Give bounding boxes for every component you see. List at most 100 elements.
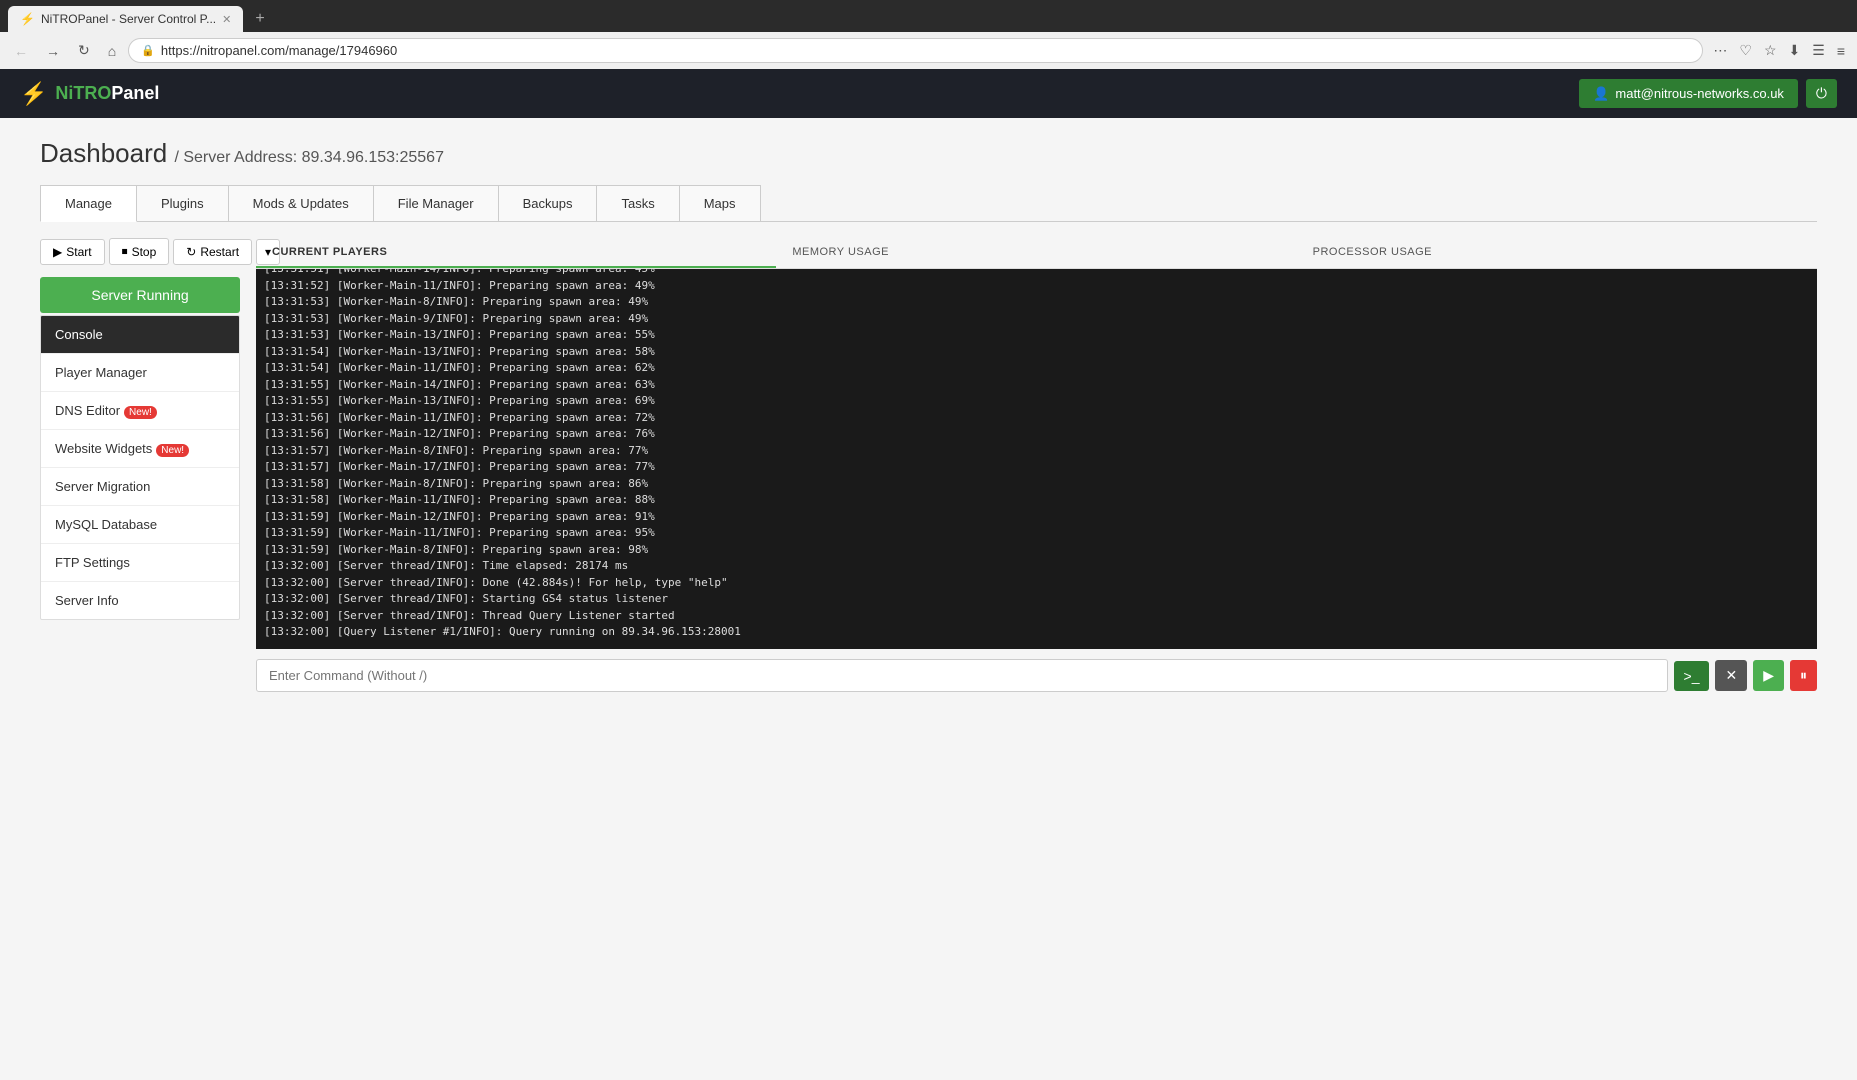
start-label: Start bbox=[66, 245, 91, 259]
extensions-button[interactable]: ⋯ bbox=[1709, 38, 1731, 63]
log-line: [13:31:58] [Worker-Main-8/INFO]: Prepari… bbox=[264, 476, 1809, 493]
sidebar-item-console[interactable]: Console bbox=[41, 316, 239, 354]
star-button[interactable]: ☆ bbox=[1760, 38, 1781, 63]
sidebar-item-ftp-settings[interactable]: FTP Settings bbox=[41, 544, 239, 582]
restart-button[interactable]: ↻ Restart bbox=[173, 239, 252, 265]
log-line: [13:31:53] [Worker-Main-8/INFO]: Prepari… bbox=[264, 294, 1809, 311]
app-logo[interactable]: ⚡ NiTROPanel bbox=[20, 81, 159, 107]
log-line: [13:31:53] [Worker-Main-9/INFO]: Prepari… bbox=[264, 311, 1809, 328]
security-icon: 🔒 bbox=[141, 44, 155, 57]
stop-button[interactable]: ⏹ Stop bbox=[109, 238, 170, 265]
clear-button[interactable]: ✕ bbox=[1715, 660, 1747, 691]
stat-processor-usage[interactable]: PROCESSOR USAGE bbox=[1297, 238, 1817, 268]
header-actions: 👤 matt@nitrous-networks.co.uk ⏻ bbox=[1579, 79, 1837, 108]
console-log[interactable]: [13:31:48] [Worker-Main-8/INFO]: Prepari… bbox=[256, 269, 1817, 649]
tab-close-btn[interactable]: ✕ bbox=[222, 13, 231, 26]
log-line: [13:31:56] [Worker-Main-11/INFO]: Prepar… bbox=[264, 410, 1809, 427]
menu-button[interactable]: ≡ bbox=[1833, 39, 1849, 63]
browser-chrome: ⚡ NiTROPanel - Server Control P... ✕ + bbox=[0, 0, 1857, 32]
power-button[interactable]: ⏻ bbox=[1806, 79, 1837, 108]
stop-icon: ⏹ bbox=[122, 244, 128, 259]
address-bar-wrap: 🔒 bbox=[128, 38, 1703, 63]
tab-favicon: ⚡ bbox=[20, 12, 35, 26]
tab-tasks[interactable]: Tasks bbox=[596, 185, 679, 221]
download-button[interactable]: ⬇ bbox=[1785, 38, 1805, 63]
log-line: [13:31:59] [Worker-Main-12/INFO]: Prepar… bbox=[264, 509, 1809, 526]
server-status-badge: Server Running bbox=[40, 277, 240, 313]
log-line: [13:31:57] [Worker-Main-17/INFO]: Prepar… bbox=[264, 459, 1809, 476]
tab-navigation: ManagePluginsMods & UpdatesFile ManagerB… bbox=[40, 185, 1817, 222]
tab-maps[interactable]: Maps bbox=[679, 185, 761, 221]
tab-plugins[interactable]: Plugins bbox=[136, 185, 229, 221]
sidebar-menu: ConsolePlayer ManagerDNS EditorNew!Websi… bbox=[40, 315, 240, 620]
stat-current-players[interactable]: CURRENT PLAYERS bbox=[256, 238, 776, 268]
log-line: [13:31:56] [Worker-Main-12/INFO]: Prepar… bbox=[264, 426, 1809, 443]
sidebar-item-website-widgets[interactable]: Website WidgetsNew! bbox=[41, 430, 239, 468]
sidebar-item-mysql-database[interactable]: MySQL Database bbox=[41, 506, 239, 544]
stat-memory-usage[interactable]: MEMORY USAGE bbox=[776, 238, 1296, 268]
browser-nav: ← → ↻ ⌂ 🔒 ⋯ ♡ ☆ ⬇ ☰ ≡ bbox=[0, 32, 1857, 69]
log-line: [13:31:54] [Worker-Main-13/INFO]: Prepar… bbox=[264, 344, 1809, 361]
log-line: [13:32:00] [Server thread/INFO]: Done (4… bbox=[264, 575, 1809, 592]
logo-icon: ⚡ bbox=[20, 81, 47, 107]
sidebar-item-player-manager[interactable]: Player Manager bbox=[41, 354, 239, 392]
sidebar-item-server-info[interactable]: Server Info bbox=[41, 582, 239, 619]
back-button[interactable]: ← bbox=[8, 39, 34, 63]
stats-bar: CURRENT PLAYERS MEMORY USAGE PROCESSOR USA… bbox=[256, 238, 1817, 269]
home-button[interactable]: ⌂ bbox=[102, 39, 122, 63]
collections-button[interactable]: ☰ bbox=[1808, 38, 1829, 63]
play-icon: ▶ bbox=[1763, 667, 1774, 683]
nav-extras: ⋯ ♡ ☆ ⬇ ☰ ≡ bbox=[1709, 38, 1849, 63]
tab-mods---updates[interactable]: Mods & Updates bbox=[228, 185, 374, 221]
log-line: [13:32:00] [Server thread/INFO]: Thread … bbox=[264, 608, 1809, 625]
app-header: ⚡ NiTROPanel 👤 matt@nitrous-networks.co.… bbox=[0, 69, 1857, 118]
logo-text: NiTROPanel bbox=[55, 83, 159, 104]
page-title: Dashboard / Server Address: 89.34.96.153… bbox=[40, 138, 1817, 169]
send-command-button[interactable]: >_ bbox=[1674, 661, 1710, 691]
page-title-text: Dashboard bbox=[40, 138, 167, 168]
log-line: [13:32:00] [Query Listener #1/INFO]: Que… bbox=[264, 624, 1809, 641]
forward-button[interactable]: → bbox=[40, 39, 66, 63]
badge-new: New! bbox=[156, 444, 189, 457]
stat-label: MEMORY USAGE bbox=[792, 246, 1280, 258]
badge-new: New! bbox=[124, 406, 157, 419]
stat-label: PROCESSOR USAGE bbox=[1313, 246, 1801, 258]
console-area: CURRENT PLAYERS MEMORY USAGE PROCESSOR USA… bbox=[256, 238, 1817, 692]
sidebar-item-server-migration[interactable]: Server Migration bbox=[41, 468, 239, 506]
user-label: matt@nitrous-networks.co.uk bbox=[1615, 86, 1784, 101]
tab-title: NiTROPanel - Server Control P... bbox=[41, 12, 216, 26]
stop-label: Stop bbox=[132, 245, 157, 259]
log-line: [13:31:54] [Worker-Main-11/INFO]: Prepar… bbox=[264, 360, 1809, 377]
user-button[interactable]: 👤 matt@nitrous-networks.co.uk bbox=[1579, 79, 1798, 108]
log-line: [13:31:58] [Worker-Main-11/INFO]: Prepar… bbox=[264, 492, 1809, 509]
start-icon: ▶ bbox=[53, 245, 62, 259]
bookmark-button[interactable]: ♡ bbox=[1735, 38, 1756, 63]
log-line: [13:31:57] [Worker-Main-8/INFO]: Prepari… bbox=[264, 443, 1809, 460]
tab-manage[interactable]: Manage bbox=[40, 185, 137, 222]
sidebar: ▶ Start ⏹ Stop ↻ Restart ▾ Server Runnin… bbox=[40, 238, 240, 692]
browser-tab-active[interactable]: ⚡ NiTROPanel - Server Control P... ✕ bbox=[8, 6, 243, 32]
log-line: [13:32:00] [Server thread/INFO]: Startin… bbox=[264, 591, 1809, 608]
user-icon: 👤 bbox=[1593, 86, 1609, 102]
log-line: [13:31:55] [Worker-Main-14/INFO]: Prepar… bbox=[264, 377, 1809, 394]
command-input[interactable] bbox=[256, 659, 1668, 692]
pause-button[interactable]: ⏸ bbox=[1790, 660, 1817, 691]
server-address: / Server Address: 89.34.96.153:25567 bbox=[174, 149, 444, 166]
log-line: [13:31:51] [Worker-Main-14/INFO]: Prepar… bbox=[264, 269, 1809, 278]
sidebar-item-dns-editor[interactable]: DNS EditorNew! bbox=[41, 392, 239, 430]
address-bar[interactable] bbox=[161, 43, 1691, 58]
tab-backups[interactable]: Backups bbox=[498, 185, 598, 221]
restart-label: Restart bbox=[200, 245, 239, 259]
log-line: [13:31:59] [Worker-Main-8/INFO]: Prepari… bbox=[264, 542, 1809, 559]
log-line: [13:31:59] [Worker-Main-11/INFO]: Prepar… bbox=[264, 525, 1809, 542]
tab-file-manager[interactable]: File Manager bbox=[373, 185, 499, 221]
log-line: [13:31:52] [Worker-Main-11/INFO]: Prepar… bbox=[264, 278, 1809, 295]
start-button[interactable]: ▶ Start bbox=[40, 239, 105, 265]
restart-icon: ↻ bbox=[186, 245, 196, 259]
content-area: ▶ Start ⏹ Stop ↻ Restart ▾ Server Runnin… bbox=[40, 238, 1817, 692]
pause-icon: ⏸ bbox=[1800, 667, 1807, 683]
clear-icon: ✕ bbox=[1725, 667, 1737, 683]
play-button[interactable]: ▶ bbox=[1753, 660, 1784, 691]
new-tab-button[interactable]: + bbox=[247, 6, 272, 32]
reload-button[interactable]: ↻ bbox=[72, 38, 96, 63]
